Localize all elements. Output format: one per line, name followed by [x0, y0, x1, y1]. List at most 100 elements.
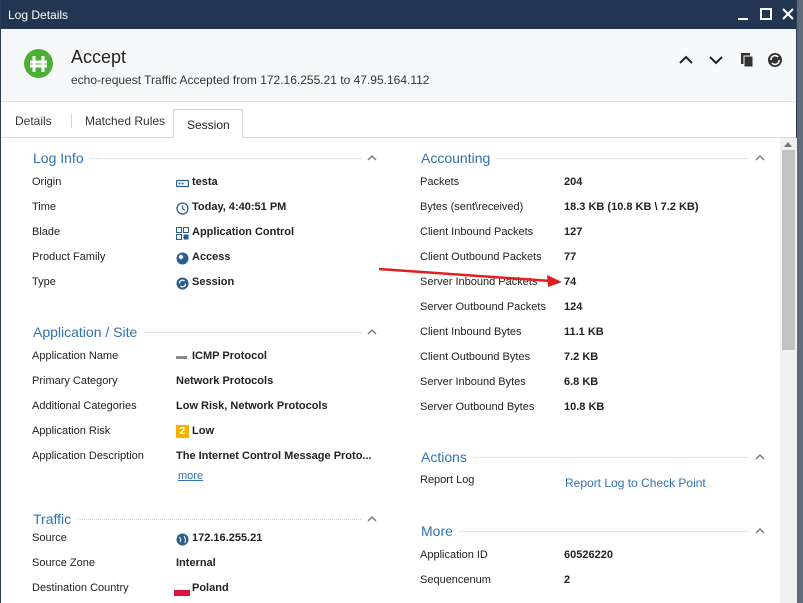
application-control-icon	[176, 227, 189, 240]
server-outbound-bytes-value: 10.8 KB	[564, 401, 605, 413]
bytes-value: 18.3 KB (10.8 KB \ 7.2 KB)	[564, 201, 699, 213]
primary-category-label: Primary Category	[32, 375, 118, 387]
tab-session-label: Session	[187, 118, 230, 132]
tab-separator	[71, 114, 72, 128]
sequencenum-label: Sequencenum	[420, 574, 491, 586]
tab-bar: Details Matched Rules Session	[1, 102, 796, 139]
packets-value: 204	[564, 176, 583, 188]
log-summary: echo-request Traffic Accepted from 172.1…	[71, 73, 430, 87]
client-inbound-bytes-value: 11.1 KB	[564, 326, 604, 338]
session-icon	[176, 277, 189, 290]
tab-session[interactable]: Session	[173, 109, 243, 139]
section-title-accounting: Accounting	[421, 150, 497, 166]
tab-matched-rules[interactable]: Matched Rules	[85, 114, 165, 128]
chevron-down-icon[interactable]	[707, 51, 725, 69]
protocol-icon	[176, 356, 187, 359]
client-outbound-packets-value: 77	[564, 251, 577, 263]
blade-value: Application Control	[192, 226, 295, 238]
client-outbound-bytes-value: 7.2 KB	[564, 351, 599, 363]
background-window	[797, 0, 803, 603]
chevron-up-icon[interactable]	[677, 51, 695, 69]
section-divider	[33, 519, 361, 520]
collapse-actions-icon[interactable]	[755, 452, 765, 462]
clock-icon	[176, 202, 189, 215]
section-divider	[421, 531, 749, 532]
application-id-value: 60526220	[564, 549, 613, 561]
scroll-up-icon[interactable]	[784, 142, 792, 147]
section-title-more: More	[421, 523, 459, 539]
packets-label: Packets	[420, 176, 460, 188]
more-icon[interactable]	[766, 51, 784, 69]
client-inbound-packets-label: Client Inbound Packets	[420, 226, 534, 238]
client-outbound-bytes-label: Client Outbound Bytes	[420, 351, 531, 363]
copy-icon[interactable]	[738, 51, 756, 69]
source-label: Source	[32, 532, 67, 544]
bytes-label: Bytes (sent\received)	[420, 201, 524, 213]
product-family-label: Product Family	[32, 251, 106, 263]
collapse-accounting-icon[interactable]	[755, 153, 765, 163]
time-value: Today, 4:40:51 PM	[192, 201, 287, 213]
application-description-label: Application Description	[32, 450, 144, 462]
section-title-actions: Actions	[421, 449, 473, 465]
client-outbound-packets-label: Client Outbound Packets	[420, 251, 542, 263]
section-title-application: Application / Site	[33, 324, 144, 340]
source-zone-value: Internal	[176, 557, 216, 569]
maximize-icon[interactable]	[758, 6, 774, 22]
log-details-window: Log Details Accept echo-request Traffic …	[0, 0, 797, 603]
application-name-label: Application Name	[32, 350, 119, 362]
client-inbound-packets-value: 127	[564, 226, 583, 238]
more-link[interactable]: more	[178, 470, 203, 482]
application-description-value: The Internet Control Message Proto...	[176, 450, 372, 462]
close-icon[interactable]	[780, 6, 796, 22]
server-inbound-packets-value: 74	[564, 276, 577, 288]
poland-flag-icon	[174, 584, 190, 596]
collapse-log-info-icon[interactable]	[367, 153, 377, 163]
server-outbound-packets-label: Server Outbound Packets	[420, 301, 546, 313]
origin-label: Origin	[32, 176, 62, 188]
vertical-scrollbar[interactable]	[780, 138, 797, 603]
globe-icon	[176, 533, 189, 546]
collapse-traffic-icon[interactable]	[367, 514, 377, 524]
log-header: Accept echo-request Traffic Accepted fro…	[1, 29, 796, 102]
server-inbound-bytes-label: Server Inbound Bytes	[420, 376, 526, 388]
destination-country-value: Poland	[192, 582, 229, 594]
origin-value: testa	[192, 176, 218, 188]
section-title-log-info: Log Info	[33, 150, 90, 166]
window-title: Log Details	[8, 8, 69, 22]
source-value: 172.16.255.21	[192, 532, 263, 544]
tab-details[interactable]: Details	[15, 114, 52, 128]
time-label: Time	[32, 201, 57, 213]
access-icon	[176, 252, 189, 265]
server-outbound-packets-value: 124	[564, 301, 583, 313]
server-outbound-bytes-label: Server Outbound Bytes	[420, 401, 535, 413]
minimize-icon[interactable]	[735, 6, 751, 22]
application-id-label: Application ID	[420, 549, 488, 561]
application-name-value: ICMP Protocol	[192, 350, 267, 362]
title-bar: Log Details	[1, 0, 796, 29]
type-label: Type	[32, 276, 56, 288]
collapse-more-icon[interactable]	[755, 526, 765, 536]
source-zone-label: Source Zone	[32, 557, 95, 569]
risk-badge: 2	[176, 425, 189, 438]
server-inbound-packets-label: Server Inbound Packets	[420, 276, 538, 288]
session-content: Log Info Origin testa Time Today, 4:40:5…	[1, 138, 780, 603]
additional-categories-label: Additional Categories	[32, 400, 137, 412]
server-inbound-bytes-value: 6.8 KB	[564, 376, 599, 388]
report-log-label: Report Log	[420, 474, 475, 486]
destination-country-label: Destination Country	[32, 582, 129, 594]
sequencenum-value: 2	[564, 574, 571, 586]
blade-label: Blade	[32, 226, 61, 238]
report-log-link[interactable]: Report Log to Check Point	[565, 476, 706, 490]
collapse-application-icon[interactable]	[367, 327, 377, 337]
gateway-icon	[176, 179, 189, 188]
type-value: Session	[192, 276, 235, 288]
client-inbound-bytes-label: Client Inbound Bytes	[420, 326, 522, 338]
scrollbar-thumb[interactable]	[782, 150, 795, 350]
product-family-value: Access	[192, 251, 231, 263]
additional-categories-value: Low Risk, Network Protocols	[176, 400, 328, 412]
section-title-traffic: Traffic	[33, 511, 78, 527]
primary-category-value: Network Protocols	[176, 375, 274, 387]
application-risk-label: Application Risk	[32, 425, 111, 437]
application-risk-value: Low	[192, 425, 214, 437]
accept-icon	[24, 49, 53, 78]
